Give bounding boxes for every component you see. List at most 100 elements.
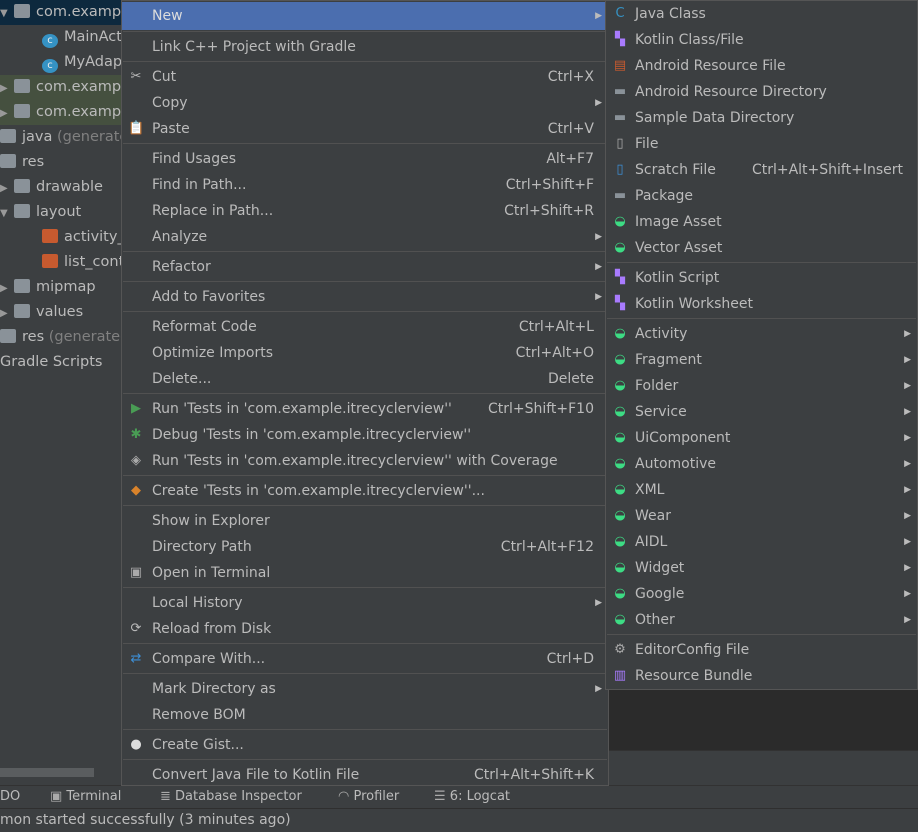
tree-item[interactable]: res (generated [0, 325, 122, 350]
expand-arrow-icon[interactable]: ▶ [0, 101, 14, 126]
menu-item-label: Show in Explorer [152, 513, 270, 529]
menu-item-wear[interactable]: ◒ Wear ▶ [606, 503, 917, 529]
menu-item-add-to-favorites[interactable]: Add to Favorites ▶ [122, 284, 608, 310]
tool-window-label: Profiler [353, 789, 400, 804]
menu-item-image-asset[interactable]: ◒ Image Asset [606, 209, 917, 235]
menu-item-paste[interactable]: 📋 Paste Ctrl+V [122, 116, 608, 142]
menu-item-sample-data-directory[interactable]: ▬ Sample Data Directory [606, 105, 917, 131]
menu-item-kotlin-class-file[interactable]: ▚ Kotlin Class/File [606, 27, 917, 53]
expand-arrow-icon[interactable]: ▶ [0, 301, 14, 326]
menu-item-cut[interactable]: ✂ Cut Ctrl+X [122, 64, 608, 90]
expand-arrow-icon[interactable]: ▶ [0, 276, 14, 301]
tree-item[interactable]: ▼ com.examp [0, 0, 122, 25]
menu-item-reformat-code[interactable]: Reformat Code Ctrl+Alt+L [122, 314, 608, 340]
expand-arrow-icon[interactable]: ▼ [0, 1, 14, 26]
menu-item-find-in-path[interactable]: Find in Path... Ctrl+Shift+F [122, 172, 608, 198]
tree-item[interactable]: ▼ layout [0, 200, 122, 225]
submenu-arrow-icon: ▶ [904, 407, 911, 417]
menu-item-folder[interactable]: ◒ Folder ▶ [606, 373, 917, 399]
menu-item-fragment[interactable]: ◒ Fragment ▶ [606, 347, 917, 373]
horizontal-scrollbar[interactable] [0, 768, 94, 777]
shortcut-label: Ctrl+Alt+Shift+K [473, 767, 594, 783]
menu-item-find-usages[interactable]: Find Usages Alt+F7 [122, 146, 608, 172]
expand-arrow-icon[interactable]: ▼ [0, 201, 14, 226]
menu-item-file[interactable]: ▯ File [606, 131, 917, 157]
menu-item-analyze[interactable]: Analyze ▶ [122, 224, 608, 250]
menu-item-mark-directory-as[interactable]: Mark Directory as ▶ [122, 676, 608, 702]
menu-item-automotive[interactable]: ◒ Automotive ▶ [606, 451, 917, 477]
menu-item-local-history[interactable]: Local History ▶ [122, 590, 608, 616]
menu-item-uicomponent[interactable]: ◒ UiComponent ▶ [606, 425, 917, 451]
tree-item[interactable]: ▶ values [0, 300, 122, 325]
submenu-arrow-icon: ▶ [595, 684, 602, 694]
tool-window-profiler[interactable]: ◠ Profiler [338, 786, 399, 808]
menu-item-widget[interactable]: ◒ Widget ▶ [606, 555, 917, 581]
menu-item-resource-bundle[interactable]: ▥ Resource Bundle [606, 663, 917, 689]
tree-item[interactable]: res [0, 150, 122, 175]
menu-item-google[interactable]: ◒ Google ▶ [606, 581, 917, 607]
tool-window-6-logcat[interactable]: ☰ 6: Logcat [434, 786, 510, 808]
res-folder-icon [0, 329, 16, 343]
tree-item[interactable]: ▶ drawable [0, 175, 122, 200]
menu-item-create-tests-in-com-example-itrecyclervi[interactable]: ◆ Create 'Tests in 'com.example.itrecycle… [122, 478, 608, 504]
submenu-arrow-icon: ▶ [595, 11, 602, 21]
tree-item[interactable]: ▶ mipmap [0, 275, 122, 300]
tool-window-terminal[interactable]: ▣ Terminal [50, 786, 121, 808]
menu-item-package[interactable]: ▬ Package [606, 183, 917, 209]
menu-item-link-c-project-with-gradle[interactable]: Link C++ Project with Gradle [122, 34, 608, 60]
menu-item-debug-tests-in-com-example-itrecyclervie[interactable]: ✱ Debug 'Tests in 'com.example.itrecycler… [122, 422, 608, 448]
menu-item-activity[interactable]: ◒ Activity ▶ [606, 321, 917, 347]
menu-item-kotlin-script[interactable]: ▚ Kotlin Script [606, 265, 917, 291]
tree-item[interactable]: ▶ com.examp [0, 100, 122, 125]
menu-item-open-in-terminal[interactable]: ▣ Open in Terminal [122, 560, 608, 586]
database-icon: ≣ [160, 789, 176, 804]
folder-icon [14, 204, 30, 218]
menu-item-refactor[interactable]: Refactor ▶ [122, 254, 608, 280]
menu-item-label: Create Gist... [152, 737, 244, 753]
submenu-arrow-icon: ▶ [904, 329, 911, 339]
menu-item-show-in-explorer[interactable]: Show in Explorer [122, 508, 608, 534]
menu-item-kotlin-worksheet[interactable]: ▚ Kotlin Worksheet [606, 291, 917, 317]
menu-item-convert-java-file-to-kotlin-file[interactable]: Convert Java File to Kotlin File Ctrl+Alt… [122, 762, 608, 788]
coverage-icon: ◈ [131, 453, 141, 468]
menu-item-label: Resource Bundle [635, 668, 753, 684]
tree-item[interactable]: list_cont [0, 250, 122, 275]
menu-item-new[interactable]: New ▶ [122, 2, 608, 30]
tool-window-database-inspector[interactable]: ≣ Database Inspector [160, 786, 302, 808]
menu-item-label: Cut [152, 69, 177, 85]
menu-item-run-tests-in-com-example-itrecyclerview-[interactable]: ◈ Run 'Tests in 'com.example.itrecyclervi… [122, 448, 608, 474]
menu-item-run-tests-in-com-example-itrecyclerview[interactable]: ▶ Run 'Tests in 'com.example.itrecyclervi… [122, 396, 608, 422]
submenu-arrow-icon: ▶ [595, 232, 602, 242]
tree-item[interactable]: Gradle Scripts [0, 350, 122, 375]
tree-item[interactable]: c MainAct [0, 25, 122, 50]
menu-item-delete[interactable]: Delete... Delete [122, 366, 608, 392]
menu-item-aidl[interactable]: ◒ AIDL ▶ [606, 529, 917, 555]
menu-item-label: Open in Terminal [152, 565, 271, 581]
menu-item-label: Create 'Tests in 'com.example.itrecycler… [152, 483, 485, 499]
tool-window-do[interactable]: DO [0, 786, 20, 808]
menu-item-optimize-imports[interactable]: Optimize Imports Ctrl+Alt+O [122, 340, 608, 366]
menu-item-compare-with[interactable]: ⇄ Compare With... Ctrl+D [122, 646, 608, 672]
menu-item-directory-path[interactable]: Directory Path Ctrl+Alt+F12 [122, 534, 608, 560]
menu-item-create-gist[interactable]: ● Create Gist... [122, 732, 608, 758]
menu-item-copy[interactable]: Copy ▶ [122, 90, 608, 116]
tree-item[interactable]: c MyAdap [0, 50, 122, 75]
tree-item[interactable]: java (generate [0, 125, 122, 150]
menu-item-java-class[interactable]: C Java Class [606, 1, 917, 27]
menu-item-android-resource-file[interactable]: ▤ Android Resource File [606, 53, 917, 79]
menu-item-android-resource-directory[interactable]: ▬ Android Resource Directory [606, 79, 917, 105]
expand-arrow-icon[interactable]: ▶ [0, 76, 14, 101]
menu-item-service[interactable]: ◒ Service ▶ [606, 399, 917, 425]
expand-arrow-icon[interactable]: ▶ [0, 176, 14, 201]
tool-window-label: Database Inspector [175, 789, 302, 804]
tree-item[interactable]: activity_ [0, 225, 122, 250]
menu-item-vector-asset[interactable]: ◒ Vector Asset [606, 235, 917, 261]
menu-item-reload-from-disk[interactable]: ⟳ Reload from Disk [122, 616, 608, 642]
menu-item-other[interactable]: ◒ Other ▶ [606, 607, 917, 633]
tree-item[interactable]: ▶ com.examp [0, 75, 122, 100]
menu-item-remove-bom[interactable]: Remove BOM [122, 702, 608, 728]
menu-item-replace-in-path[interactable]: Replace in Path... Ctrl+Shift+R [122, 198, 608, 224]
menu-item-xml[interactable]: ◒ XML ▶ [606, 477, 917, 503]
menu-item-editorconfig-file[interactable]: ⚙ EditorConfig File [606, 637, 917, 663]
menu-item-scratch-file[interactable]: ▯ Scratch File Ctrl+Alt+Shift+Insert [606, 157, 917, 183]
